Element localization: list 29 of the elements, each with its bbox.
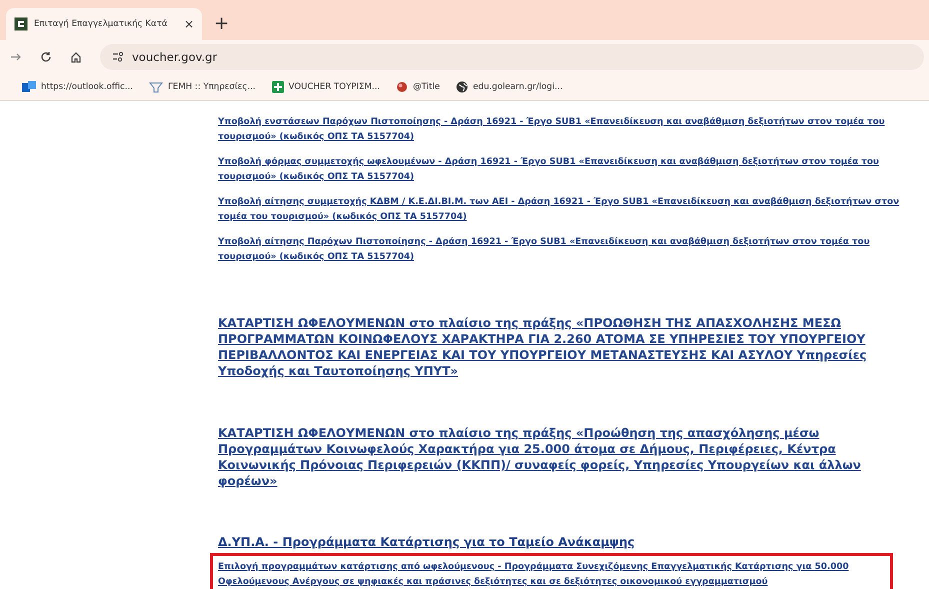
home-icon[interactable] — [70, 51, 82, 63]
url-text: voucher.gov.gr — [132, 50, 218, 64]
document-link[interactable]: Επιλογή προγραμμάτων κατάρτισης από ωφελούμενους - Προγράμματα Συνεχιζόμενης Επαγγελματικής Κατάρτισης για 50.000 Οφελούμενους Ανέργους σε ψηφιακές και πράσινες δεξιότητες και σε δεξιότητες οικονομικού εγγραμματισμού — [218, 560, 882, 589]
plus-icon — [272, 81, 284, 93]
close-tab-button[interactable]: × — [184, 17, 194, 31]
bookmark[interactable]: edu.golearn.gr/logi... — [456, 81, 563, 93]
reload-icon[interactable] — [40, 51, 52, 63]
globe-icon — [456, 81, 468, 93]
document-link[interactable]: Υποβολή αίτησης Παρόχων Πιστοποίησης - Δράση 16921 - Έργο SUB1 «Επανειδίκευση και αναβάθμιση δεξιοτήτων στον τομέα του τουρισμού» (κωδικός ΟΠΣ ΤΑ 5157704) — [218, 235, 913, 265]
bookmark[interactable]: https://outlook.offic... — [22, 81, 133, 93]
site-settings-icon[interactable] — [112, 51, 124, 63]
new-tab-button[interactable]: + — [214, 12, 230, 34]
bookmark[interactable]: VOUCHER ΤΟΥΡΙΣΜ... — [272, 81, 380, 93]
document-link[interactable]: Υποβολή ενστάσεων Παρόχων Πιστοποίησης - Δράση 16921 - Έργο SUB1 «Επανειδίκευση και αναβάθμιση δεξιοτήτων στον τομέα του τουρισμού» (κωδικός ΟΠΣ ΤΑ 5157704) — [218, 115, 913, 145]
mail-icon — [22, 81, 36, 93]
program-link[interactable]: ΚΑΤΑΡΤΙΣΗ ΩΦΕΛΟΥΜΕΝΩΝ στο πλαίσιο της πράξης «Προώθηση της απασχόλησης μέσω Προγραμμάτων Κοινωφελούς Χαρακτήρα για 25.000 άτομα σε Δήμους, Περιφέρειες, Κέντρα Κοινωνικής Πρόνοιας Περιφερειών (ΚΚΠΠ)/ συναφείς φορείς, Υπηρεσίες Υπουργείων και άλλων φορέων» — [218, 425, 913, 489]
document-link[interactable]: Υποβολή αίτησης συμμετοχής ΚΔΒΜ / Κ.Ε.ΔΙ.ΒΙ.Μ. των ΑΕΙ - Δράση 16921 - Έργο SUB1 «Επανειδίκευση και αναβάθμιση δεξιοτήτων στον τομέα του τουρισμού» (κωδικός ΟΠΣ ΤΑ 5157704) — [218, 195, 913, 225]
tab-title: Επιταγή Επαγγελματικής Κατά — [34, 19, 168, 29]
site-logo-icon — [14, 17, 28, 31]
program-link[interactable]: ΚΑΤΑΡΤΙΣΗ ΩΦΕΛΟΥΜΕΝΩΝ στο πλαίσιο της πράξης «ΠΡΟΩΘΗΣΗ ΤΗΣ ΑΠΑΣΧΟΛΗΣΗΣ ΜΕΣΩ ΠΡΟΓΡΑΜΜΑΤΩΝ ΚΟΙΝΩΦΕΛΟΥΣ ΧΑΡΑΚΤΗΡΑ ΓΙΑ 2.260 ΑΤΟΜΑ ΣΕ ΥΠΗΡΕΣΙΕΣ ΤΟΥ ΥΠΟΥΡΓΕΙΟΥ ΠΕΡΙΒΑΛΛΟΝΤΟΣ ΚΑΙ ΕΝΕΡΓΕΙΑΣ ΚΑΙ ΤΟΥ ΥΠΟΥΡΓΕΙΟΥ ΜΕΤΑΝΑΣΤΕΥΣΗΣ ΚΑΙ ΑΣΥΛΟΥ Υπηρεσίες Υποδοχής και Ταυτοποίησης ΥΠΥΤ» — [218, 315, 913, 379]
logo-icon — [148, 81, 163, 93]
ball-icon — [396, 81, 408, 93]
bookmark[interactable]: ΓΕΜΗ :: Υπηρεσίες... — [148, 81, 256, 93]
section-heading-link[interactable]: Δ.ΥΠ.Α. - Προγράμματα Κατάρτισης για το Ταμείο Ανάκαμψης — [218, 533, 913, 551]
browser-tab[interactable]: Επιταγή Επαγγελματικής Κατά × — [6, 8, 202, 40]
document-link[interactable]: Υποβολή φόρμας συμμετοχής ωφελουμένων - Δράση 16921 - Έργο SUB1 «Επανειδίκευση και αναβάθμιση δεξιοτήτων στον τομέα του τουρισμού» (κωδικός ΟΠΣ ΤΑ 5157704) — [218, 155, 913, 185]
forward-icon[interactable] — [10, 51, 22, 63]
address-bar[interactable]: voucher.gov.gr — [100, 44, 924, 70]
bookmark[interactable]: @Title — [396, 81, 440, 93]
